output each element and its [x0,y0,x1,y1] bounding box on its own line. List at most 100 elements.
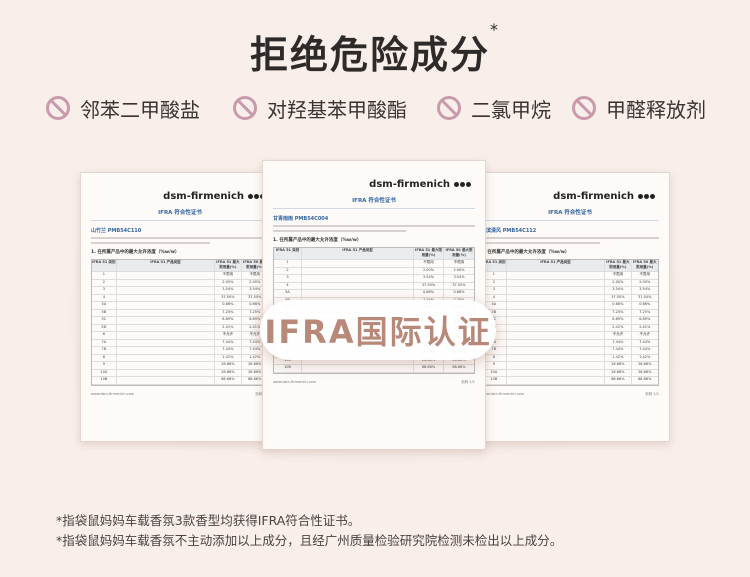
table-cell [507,317,606,324]
text-placeholder [481,242,600,244]
table-cell: 3.54% [605,287,632,294]
table-cell: 37.50% [452,282,466,287]
table-cell: 1 [92,272,117,279]
table-cell: 2.00% [605,279,632,286]
certificate-title: IFRA 符合性证书 [352,198,396,204]
footnote-certificate: *指袋鼠妈妈车载香氛3款香型均获得IFRA符合性证书。 [56,513,361,528]
table-row: 5B7.25%7.25% [92,309,268,317]
certificate-footer: www.dsm-firmenich.com 页码 1/1 [263,374,485,385]
table-cell: 5A [92,302,117,309]
certificate-title: IFRA 符合性证书 [158,210,202,216]
table-row: 5C6.69%6.69% [92,317,268,325]
table-row: 5C6.69%6.69% [482,317,658,325]
table-header-cell: IFRA 51 最大限用量(%) [414,248,444,259]
table-header-cell: IFRA 51 最大限用量(%) [606,260,632,271]
certificate-section-heading: 1. 在所属产品中的最大允许浓度（%w/w） [273,238,362,243]
certificate-product-code: 海滨清风 PMB54C112 [481,228,537,234]
table-cell [302,282,414,289]
table-cell [117,309,216,316]
table-cell: 68.66% [605,377,632,384]
table-row: 4 37.50% 37.50% [92,294,268,302]
table-cell [302,260,414,267]
certificate-title: IFRA 符合性证书 [548,210,592,216]
table-cell: 7.44% [215,339,242,346]
table-cell: 2 [92,279,117,286]
table-cell: 3.54% [215,287,242,294]
banned-item-parabens: 对羟基苯甲酸酯 [233,90,407,126]
brand-name: dsm-firmenich [553,191,634,202]
table-cell: 37.50% [605,294,632,301]
table-cell [507,302,606,309]
table-row: 6不允许不允许 [482,332,658,340]
table-row: 2 2.00% 2.00% [92,279,268,287]
table-cell: 3 [92,287,117,294]
table-row: 10A26.66%26.66% [92,369,268,377]
text-placeholder [273,225,475,227]
table-header-cell: IFRA 51 产品类型 [507,260,606,271]
table-cell [117,354,216,361]
table-cell: 2.00% [215,279,242,286]
certificate-section-heading: 1. 在所属产品中的最大允许浓度（%w/w） [481,250,570,255]
table-cell [302,275,414,282]
text-placeholder [91,237,269,239]
table-cell: 6.69% [605,317,632,324]
table-header-cell: IFRA 50 最大限用量(%) [445,248,473,257]
table-cell: 3.54% [453,275,465,279]
table-cell: 0.66% [414,290,444,297]
certificate-footer: www.dsm-firmenich.com 页码 1/1 [81,386,279,397]
table-row: 7A7.44%7.44% [482,339,658,347]
table-cell: 不限用 [414,260,444,267]
certificate-table: IFRA 51 类别 IFRA 51 产品类型 IFRA 51 最大限用量(%) IF… [91,259,269,386]
table-row: 10A26.66%26.66% [482,369,658,377]
table-cell [117,362,216,369]
table-cell: 6 [92,332,117,339]
table-row: 1 不限用 不限用 [92,272,268,280]
table-row: 3 3.54% 3.54% [92,287,268,295]
table-row: 5D2.41%2.41% [92,324,268,332]
certificate-brand: dsm-firmenich [81,173,279,202]
table-cell: 7.44% [215,347,242,354]
table-row: 7B7.44%7.44% [92,347,268,355]
table-cell: 0.66% [639,302,651,306]
table-cell [117,369,216,376]
banned-item-formaldehyde-releasers: 甲醛释放剂 [572,90,706,126]
table-cell: 26.66% [605,369,632,376]
table-header-cell: IFRA 51 最大限用量(%) [216,260,242,271]
table-cell: 68.66% [452,365,466,369]
table-row: 926.66%26.66% [92,362,268,370]
table-cell: 1.42% [639,354,651,359]
footer-url: www.dsm-firmenich.com [273,379,317,384]
table-row: 81.42%1.42% [92,354,268,362]
footer-page: 页码 1/1 [645,391,659,396]
table-cell: 26.66% [215,362,242,369]
certificate-footer: www.dsm-firmenich.com 页码 1/1 [471,386,669,397]
brand-name: dsm-firmenich [369,179,450,190]
footer-url: www.dsm-firmenich.com [481,391,525,396]
prohibited-icon [437,96,461,120]
prohibited-icon [46,96,70,120]
table-row: 5A 0.66% 0.66% [92,302,268,310]
table-row: 10B 68.66% 68.66% [92,377,268,385]
table-cell: 0.66% [605,302,632,309]
table-cell: 3.54% [639,287,651,291]
certificate-section-heading: 1. 在所属产品中的最大允许浓度（%w/w） [91,250,180,255]
ifra-certification-badge: IFRA国际认证 [260,300,496,360]
table-cell: 10B [274,365,302,372]
table-cell: 7.25% [605,309,632,316]
banned-item-dichloromethane: 二氯甲烷 [437,90,551,126]
product-detail-panel: 拒绝危险成分* 邻苯二甲酸盐 对羟基苯甲酸酯 二氯甲烷 甲醛释放剂 dsm-fi… [0,0,750,577]
table-cell [117,279,216,286]
divider [91,220,269,221]
table-cell [507,294,606,301]
table-cell [507,287,606,294]
table-cell: 26.66% [215,369,242,376]
table-cell: 不允许 [639,332,651,336]
banned-item-label: 二氯甲烷 [471,97,551,122]
page-title: 拒绝危险成分* [0,20,750,79]
table-cell: 4 [274,282,302,289]
table-cell: 5D [92,324,117,331]
table-cell [302,267,414,274]
table-cell [507,347,606,354]
table-cell [302,290,414,297]
table-cell: 不限用 [605,272,632,279]
